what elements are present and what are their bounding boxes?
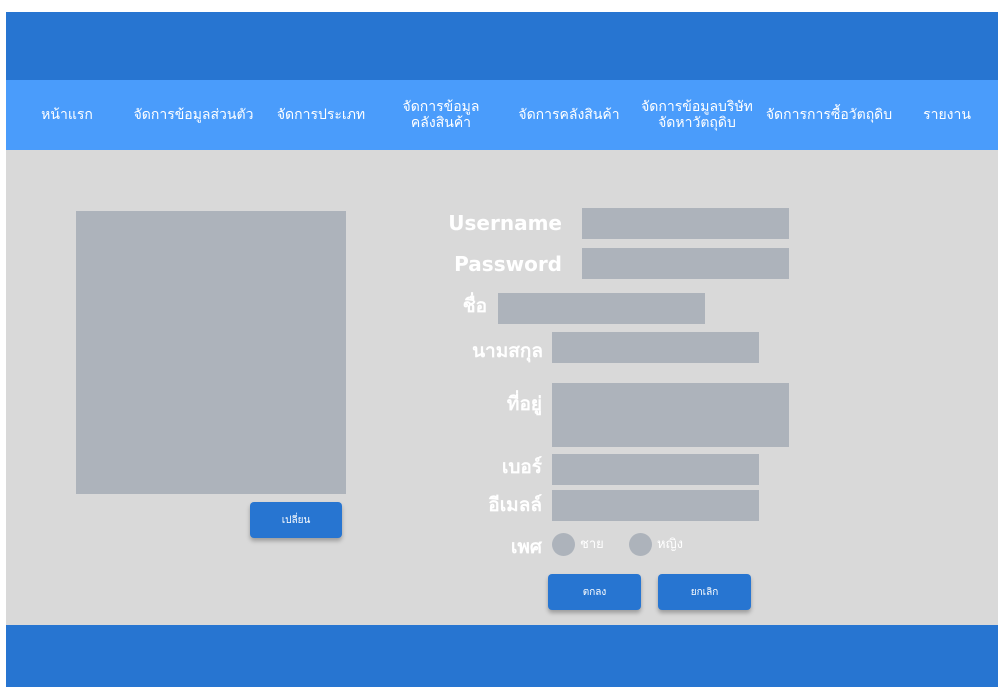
nav-item-warehouse-info[interactable]: จัดการข้อมูล คลังสินค้า bbox=[396, 80, 486, 150]
gender-male-radio[interactable] bbox=[552, 533, 575, 556]
nav-item-categories[interactable]: จัดการประเภท bbox=[271, 80, 371, 150]
nav-item-warehouse[interactable]: จัดการคลังสินค้า bbox=[512, 80, 626, 150]
email-label: อีเมลล์ bbox=[488, 494, 542, 516]
nav-item-report[interactable]: รายงาน bbox=[916, 80, 978, 150]
footer-bar bbox=[6, 625, 998, 687]
address-field[interactable] bbox=[552, 383, 789, 447]
cancel-button[interactable]: ยกเลิก bbox=[658, 574, 751, 610]
lastname-label: นามสกุล bbox=[472, 340, 543, 362]
password-label: Password bbox=[454, 252, 562, 276]
app-frame: หน้าแรก จัดการข้อมูลส่วนตัว จัดการประเภท… bbox=[6, 12, 998, 687]
address-label: ที่อยู่ bbox=[506, 393, 542, 415]
username-field[interactable] bbox=[582, 208, 789, 239]
nav-item-purchase[interactable]: จัดการการซื้อวัตถุดิบ bbox=[758, 80, 900, 150]
firstname-label: ชื่อ bbox=[462, 295, 487, 317]
password-field[interactable] bbox=[582, 248, 789, 279]
firstname-field[interactable] bbox=[498, 293, 705, 324]
profile-photo-placeholder bbox=[76, 211, 346, 494]
gender-female-radio[interactable] bbox=[629, 533, 652, 556]
nav-item-personal-info[interactable]: จัดการข้อมูลส่วนตัว bbox=[126, 80, 261, 150]
confirm-button[interactable]: ตกลง bbox=[548, 574, 641, 610]
nav-item-supplier[interactable]: จัดการข้อมูลบริษัท จัดหาวัตถุดิบ bbox=[634, 80, 760, 150]
gender-male-label: ชาย bbox=[580, 537, 604, 552]
email-field[interactable] bbox=[552, 490, 759, 521]
username-label: Username bbox=[448, 211, 562, 235]
phone-label: เบอร์ bbox=[501, 456, 542, 478]
nav-item-home[interactable]: หน้าแรก bbox=[36, 80, 98, 150]
main-nav: หน้าแรก จัดการข้อมูลส่วนตัว จัดการประเภท… bbox=[6, 80, 998, 150]
phone-field[interactable] bbox=[552, 454, 759, 485]
lastname-field[interactable] bbox=[552, 332, 759, 363]
gender-female-label: หญิง bbox=[657, 537, 683, 552]
change-photo-button[interactable]: เปลี่ยน bbox=[250, 502, 342, 538]
top-header-bar bbox=[6, 12, 998, 80]
gender-label: เพศ bbox=[510, 536, 542, 558]
